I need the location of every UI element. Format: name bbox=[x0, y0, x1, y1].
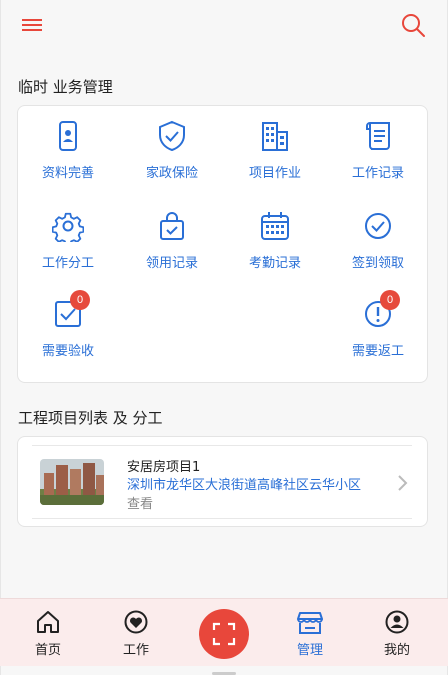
grid-item-acceptance[interactable]: 0 需要验收 bbox=[18, 290, 118, 378]
grid-item-checkin[interactable]: 签到领取 bbox=[328, 210, 428, 290]
calendar-icon bbox=[261, 212, 289, 240]
search-icon[interactable] bbox=[400, 12, 426, 38]
grid-item-label: 家政保险 bbox=[145, 166, 198, 181]
business-section-title: 临时 业务管理 bbox=[18, 78, 113, 96]
business-grid-card: 资料完善 家政保险 项目作业 工作记录 工作分工 领用记录 考勤记录 签到领取 … bbox=[17, 105, 428, 383]
project-view-link[interactable]: 查看 bbox=[127, 493, 153, 512]
home-icon bbox=[37, 611, 59, 633]
notification-badge: 0 bbox=[70, 290, 90, 310]
tab-work[interactable]: 工作 bbox=[96, 599, 176, 667]
tab-label: 首页 bbox=[34, 643, 61, 658]
grid-item-insurance[interactable]: 家政保险 bbox=[122, 120, 222, 200]
tab-label: 我的 bbox=[383, 643, 410, 658]
shield-check-icon bbox=[159, 120, 185, 152]
grid-item-label: 资料完善 bbox=[41, 166, 94, 181]
grid-item-label: 考勤记录 bbox=[248, 256, 301, 271]
tab-mine[interactable]: 我的 bbox=[357, 599, 437, 667]
tab-label: 工作 bbox=[122, 643, 149, 658]
hamburger-menu-icon[interactable] bbox=[20, 14, 44, 36]
grid-item-label: 签到领取 bbox=[351, 256, 404, 271]
grid-item-label: 项目作业 bbox=[248, 166, 301, 181]
grid-item-project-work[interactable]: 项目作业 bbox=[225, 120, 325, 200]
grid-item-label: 需要返工 bbox=[351, 344, 404, 359]
grid-item-work-division[interactable]: 工作分工 bbox=[18, 210, 118, 290]
project-list-card: 安居房项目1 深圳市龙华区大浪街道高峰社区云华小区 查看 bbox=[17, 436, 428, 527]
check-circle-icon bbox=[365, 213, 391, 239]
grid-item-label: 工作记录 bbox=[351, 166, 404, 181]
chevron-right-icon bbox=[398, 475, 408, 491]
grid-item-rework[interactable]: 0 需要返工 bbox=[328, 290, 428, 378]
heart-circle-icon bbox=[124, 610, 148, 634]
id-card-phone-icon bbox=[59, 121, 77, 151]
project-list-item[interactable]: 安居房项目1 深圳市龙华区大浪街道高峰社区云华小区 查看 bbox=[32, 445, 412, 519]
user-circle-icon bbox=[385, 610, 409, 634]
buildings-icon bbox=[262, 122, 288, 151]
grid-item-usage-record[interactable]: 领用记录 bbox=[122, 210, 222, 290]
projects-section-title: 工程项目列表 及 分工 bbox=[18, 409, 163, 427]
scan-button[interactable] bbox=[199, 609, 249, 659]
project-name: 安居房项目1 bbox=[127, 460, 201, 475]
scroll-document-icon bbox=[366, 122, 390, 150]
project-thumbnail bbox=[40, 459, 104, 505]
bag-check-icon bbox=[160, 212, 184, 240]
gear-icon bbox=[52, 212, 84, 242]
tab-manage[interactable]: 管理 bbox=[270, 599, 350, 667]
tab-label: 管理 bbox=[296, 643, 323, 658]
top-bar bbox=[0, 0, 448, 50]
grid-item-work-record[interactable]: 工作记录 bbox=[328, 120, 428, 200]
grid-item-label: 需要验收 bbox=[41, 344, 94, 359]
notification-badge: 0 bbox=[380, 290, 400, 310]
storefront-icon bbox=[297, 612, 323, 634]
grid-item-label: 工作分工 bbox=[41, 256, 94, 271]
grid-item-attendance[interactable]: 考勤记录 bbox=[225, 210, 325, 290]
project-address: 深圳市龙华区大浪街道高峰社区云华小区 bbox=[127, 478, 362, 493]
scan-icon bbox=[212, 622, 236, 646]
grid-item-label: 领用记录 bbox=[145, 256, 198, 271]
tab-home[interactable]: 首页 bbox=[8, 599, 88, 667]
grid-item-profile[interactable]: 资料完善 bbox=[18, 120, 118, 200]
